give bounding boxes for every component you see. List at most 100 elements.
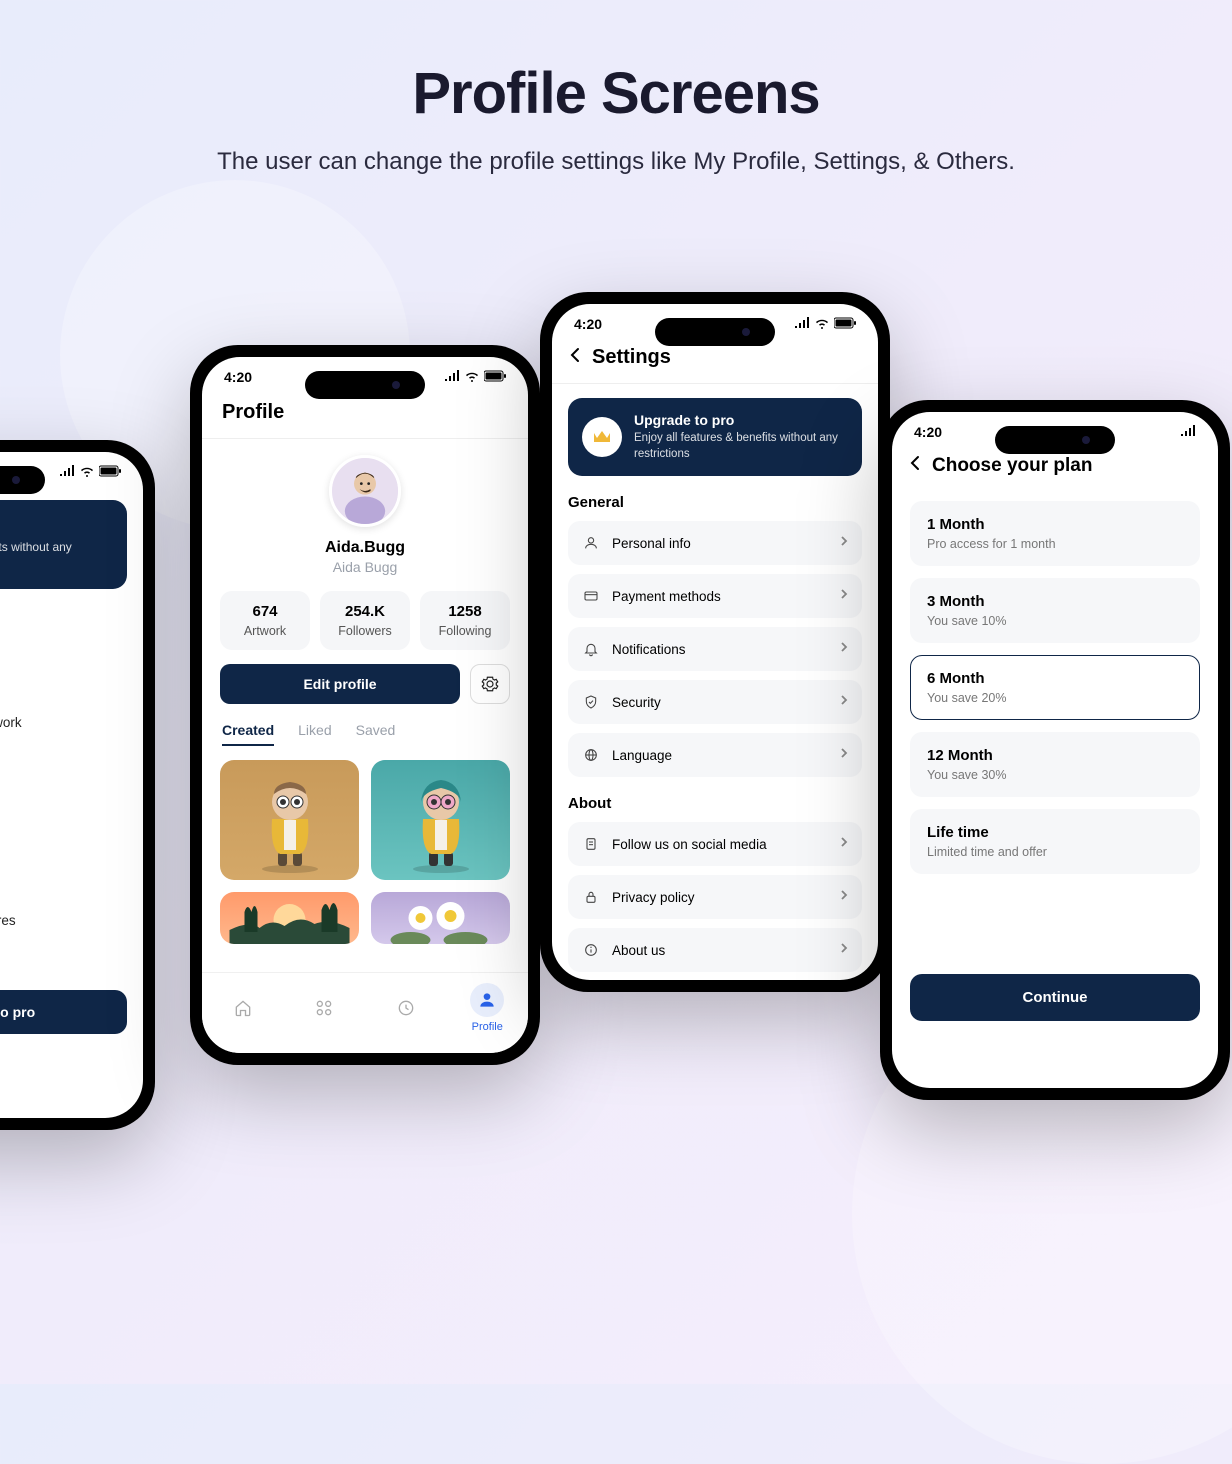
phone-settings: 4:20 Settings Upgrade to pro Enjoy all f…: [540, 292, 890, 992]
document-icon: [582, 835, 600, 853]
artwork-thumbnail[interactable]: [220, 760, 359, 880]
profile-header-title: Profile: [222, 401, 508, 424]
feature-item: Faster processing times: [0, 640, 127, 673]
plan-subtitle: Pro access for 1 month: [927, 537, 1183, 551]
clock-icon: [396, 998, 416, 1018]
artwork-thumbnail[interactable]: [220, 892, 359, 944]
plan-subtitle: You save 10%: [927, 614, 1183, 628]
feature-item: More advanced al models: [0, 739, 127, 772]
gear-icon: [481, 675, 499, 693]
page-subtitle: The user can change the profile settings…: [0, 145, 1232, 180]
tab-created[interactable]: Created: [222, 722, 274, 746]
setting-label: Payment methods: [612, 589, 828, 604]
setting-label: Notifications: [612, 642, 828, 657]
setting-payment[interactable]: Payment methods: [568, 574, 862, 618]
battery-icon: [99, 464, 121, 480]
plan-1month[interactable]: 1 Month Pro access for 1 month: [910, 501, 1200, 566]
feature-item: Ads free: [0, 838, 127, 871]
crown-icon: [582, 417, 622, 457]
stat-artwork[interactable]: 674 Artwork: [220, 591, 310, 650]
upgrade-pro-banner[interactable]: Upgrade to pro Enjoy all features & bene…: [568, 398, 862, 476]
avatar[interactable]: [329, 455, 401, 527]
plan-12month[interactable]: 12 Month You save 30%: [910, 732, 1200, 797]
nav-activity[interactable]: [389, 991, 423, 1025]
page-title: Profile Screens: [0, 60, 1232, 127]
pro-banner-title: Upgrade to pro: [634, 412, 848, 428]
wifi-icon: [464, 369, 480, 385]
bottom-nav: Profile: [202, 972, 528, 1053]
feature-item: Commercial use rights: [0, 937, 127, 970]
plan-title: 3 Month: [927, 593, 1183, 610]
plan-title: 6 Month: [927, 670, 1183, 687]
tab-liked[interactable]: Liked: [298, 722, 331, 746]
nav-profile[interactable]: Profile: [470, 983, 504, 1033]
section-about: About: [568, 795, 862, 812]
setting-label: Language: [612, 748, 828, 763]
battery-icon: [484, 369, 506, 385]
chevron-left-icon: [910, 455, 920, 471]
upgrade-pro-button[interactable]: Upgrade to pro: [0, 990, 127, 1034]
continue-button[interactable]: Continue: [910, 974, 1200, 1021]
stat-followers[interactable]: 254.K Followers: [320, 591, 410, 650]
setting-about-us[interactable]: About us: [568, 928, 862, 972]
setting-label: Security: [612, 695, 828, 710]
plans-header-title: Choose your plan: [932, 455, 1092, 477]
grid-icon: [314, 998, 334, 1018]
person-icon: [477, 990, 497, 1010]
upgrade-pro-card[interactable]: Upgrade to pro Enjoy all features & bene…: [0, 500, 127, 589]
plan-lifetime[interactable]: Life time Limited time and offer: [910, 809, 1200, 874]
section-general: General: [568, 494, 862, 511]
tab-saved[interactable]: Saved: [356, 722, 396, 746]
setting-security[interactable]: Security: [568, 680, 862, 724]
plan-title: 12 Month: [927, 747, 1183, 764]
phone-upgrade-features: 4:20 Upgrade to pro Enjoy all features &…: [0, 440, 155, 1130]
stat-value: 254.K: [326, 603, 404, 620]
nav-explore[interactable]: [307, 991, 341, 1025]
card-icon: [582, 587, 600, 605]
stat-value: 1258: [426, 603, 504, 620]
wifi-icon: [814, 316, 830, 332]
setting-language[interactable]: Language: [568, 733, 862, 777]
feature-item: Early access to new features: [0, 904, 127, 937]
setting-privacy[interactable]: Privacy policy: [568, 875, 862, 919]
stat-label: Followers: [326, 624, 404, 638]
upgrade-pro-subtitle: Enjoy all features & benefits without an…: [0, 539, 111, 573]
setting-notifications[interactable]: Notifications: [568, 627, 862, 671]
chevron-right-icon: [840, 587, 848, 605]
plan-subtitle: You save 20%: [927, 691, 1183, 705]
feature-item: Export high resolution artwork: [0, 706, 127, 739]
edit-profile-button[interactable]: Edit profile: [220, 664, 460, 704]
artwork-thumbnail[interactable]: [371, 892, 510, 944]
stat-value: 674: [226, 603, 304, 620]
battery-icon: [834, 316, 856, 332]
back-button[interactable]: [910, 454, 920, 477]
stat-following[interactable]: 1258 Following: [420, 591, 510, 650]
setting-personal-info[interactable]: Personal info: [568, 521, 862, 565]
settings-button[interactable]: [470, 664, 510, 704]
globe-icon: [582, 746, 600, 764]
phone-notch: [655, 318, 775, 346]
status-time: 4:20: [914, 424, 942, 440]
chevron-right-icon: [840, 941, 848, 959]
wifi-icon: [79, 464, 95, 480]
stat-label: Following: [426, 624, 504, 638]
chevron-left-icon: [570, 347, 580, 363]
username: Aida.Bugg: [220, 539, 510, 557]
plan-3month[interactable]: 3 Month You save 10%: [910, 578, 1200, 643]
artwork-thumbnail[interactable]: [371, 760, 510, 880]
setting-social[interactable]: Follow us on social media: [568, 822, 862, 866]
setting-label: About us: [612, 943, 828, 958]
bell-icon: [582, 640, 600, 658]
setting-label: Personal info: [612, 536, 828, 551]
back-button[interactable]: [570, 346, 580, 369]
feature-item: Priority customer support: [0, 871, 127, 904]
setting-label: Follow us on social media: [612, 837, 828, 852]
chevron-right-icon: [840, 640, 848, 658]
feature-item: Unlimited artwork creation: [0, 607, 127, 640]
plan-6month[interactable]: 6 Month You save 20%: [910, 655, 1200, 720]
chevron-right-icon: [840, 888, 848, 906]
feature-item: Any aspect ratio: [0, 805, 127, 838]
feature-item: No watermarks: [0, 673, 127, 706]
nav-home[interactable]: [226, 991, 260, 1025]
plan-title: Life time: [927, 824, 1183, 841]
